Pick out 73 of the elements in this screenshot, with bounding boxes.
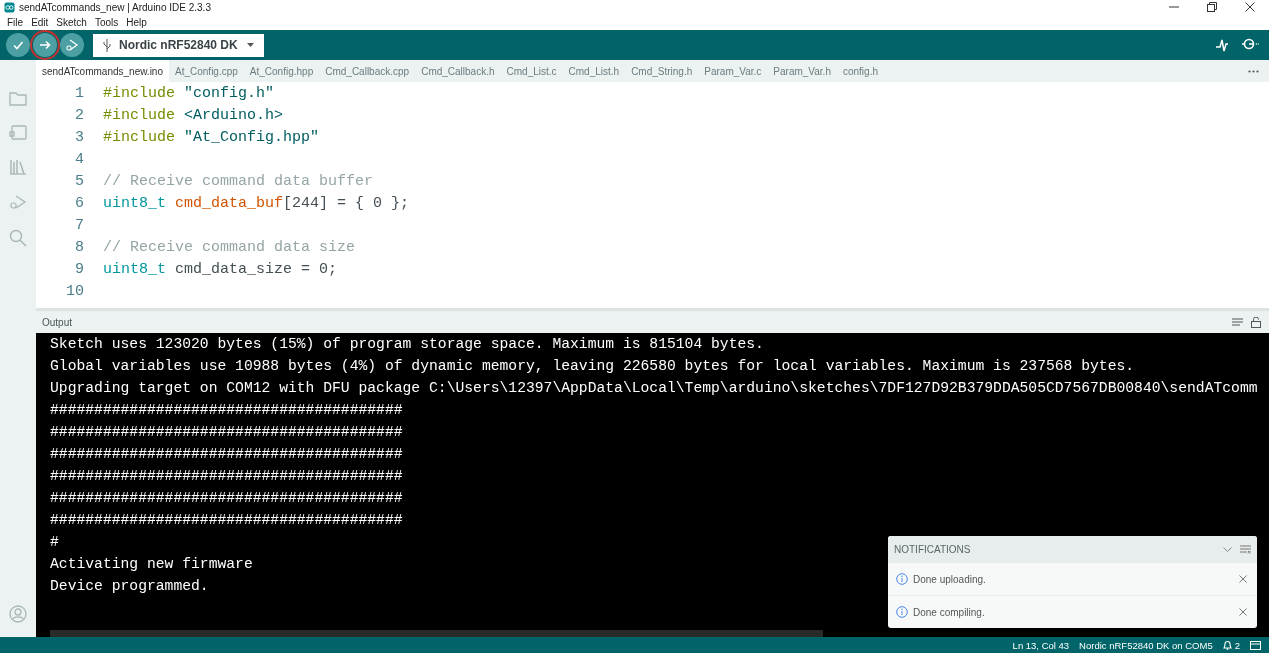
file-tab[interactable]: config.h [836,60,884,82]
output-line: ######################################## [50,423,403,442]
menu-item[interactable]: File [4,16,29,28]
scrollbar[interactable] [50,630,823,637]
line-number: 10 [65,282,84,300]
output-line: # [50,533,59,552]
debug-button[interactable] [60,33,84,57]
line-number: 3 [74,128,84,146]
info-icon [896,573,908,585]
panel-title: Output [42,316,73,328]
info-icon [896,606,908,618]
code-line: #include "At_Config.hpp" [103,128,320,146]
restore-icon[interactable] [1207,2,1217,12]
file-tab[interactable]: Cmd_List.h [562,60,626,82]
upload-button[interactable] [33,33,57,57]
debug-icon [64,37,80,53]
output-line: Device programmed. [50,577,209,596]
output-line: ######################################## [50,445,403,464]
code-line: #include <Arduino.h> [103,106,284,124]
panel-title: NOTIFICATIONS [894,543,972,555]
code-line: // Receive command data size [103,238,356,256]
line-number: 9 [74,260,84,278]
file-tab[interactable]: Cmd_List.c [500,60,563,82]
bell-icon[interactable] [1222,640,1232,650]
file-tab[interactable]: Param_Var.c [698,60,768,82]
menu-item[interactable]: Sketch [53,16,92,28]
file-tab[interactable]: sendATcommands_new.ino [36,60,169,82]
output-line: ######################################## [50,511,403,530]
output-line: Upgrading target on COM12 with DFU package C:\Users\12397\AppData\Local\Temp\arduino\sketches\7DF127D92B379DDA505CD7567DB00840\sendATcomm [50,379,1258,398]
menu-item[interactable]: Help [123,16,152,28]
file-tab[interactable]: Param_Var.h [767,60,837,82]
line-number: 5 [74,172,84,190]
serial-monitor-icon[interactable] [1241,37,1259,51]
line-number: 1 [74,84,84,102]
output-line: Activating new firmware [50,555,253,574]
cursor-position: Ln 13, Col 43 [1012,639,1070,651]
board-status[interactable]: Nordic nRF52840 DK on COM5 [1079,639,1213,651]
line-number: 6 [74,194,84,212]
board-selector[interactable]: Nordic nRF52840 DK [93,33,264,57]
window-title: sendATcommands_new | Arduino IDE 2.3.3 [19,1,212,13]
code-line: uint8_t cmd_data_size = 0; [103,260,338,278]
usb-icon [103,38,111,52]
notification-text: Done compiling. [913,606,986,618]
clear-output-icon[interactable] [1232,317,1243,327]
chevron-icon[interactable] [1223,546,1232,552]
line-number: 2 [74,106,84,124]
line-number: 4 [74,150,84,168]
panel-icon[interactable] [1250,640,1261,650]
caret-icon [247,43,254,47]
output-line: Sketch uses 123020 bytes (15%) of program storage space. Maximum is 815104 bytes. [50,335,764,354]
output-line: ######################################## [50,467,403,486]
lock-icon[interactable] [1251,316,1261,328]
output-line: ######################################## [50,401,403,420]
serial-plotter-icon[interactable] [1215,37,1229,53]
verify-button[interactable] [6,33,30,57]
close-icon[interactable] [1245,2,1255,12]
code-line: uint8_t cmd_data_buf[244] = { 0 }; [103,194,410,212]
line-number: 7 [74,216,84,234]
notification-text: Done uploading. [913,573,987,585]
notification-count: 2 [1234,639,1240,651]
output-line: ######################################## [50,489,403,508]
line-number: 8 [74,238,84,256]
code-line: #include "config.h" [103,84,275,102]
file-tab[interactable]: At_Config.cpp [169,60,244,82]
file-tab[interactable]: At_Config.hpp [243,60,320,82]
file-tab[interactable]: Cmd_Callback.h [415,60,501,82]
code-line: // Receive command data buffer [103,172,374,190]
file-tab[interactable]: Cmd_String.h [625,60,699,82]
menu-item[interactable]: Tools [91,16,124,28]
more-icon[interactable] [1248,69,1259,73]
menu-item[interactable]: Edit [28,16,54,28]
output-line: Global variables use 10988 bytes (4%) of dynamic memory, leaving 226580 bytes for local variables. Maximum is 237568 bytes. [50,357,1135,376]
file-tab[interactable]: Cmd_Callback.cpp [319,60,416,82]
